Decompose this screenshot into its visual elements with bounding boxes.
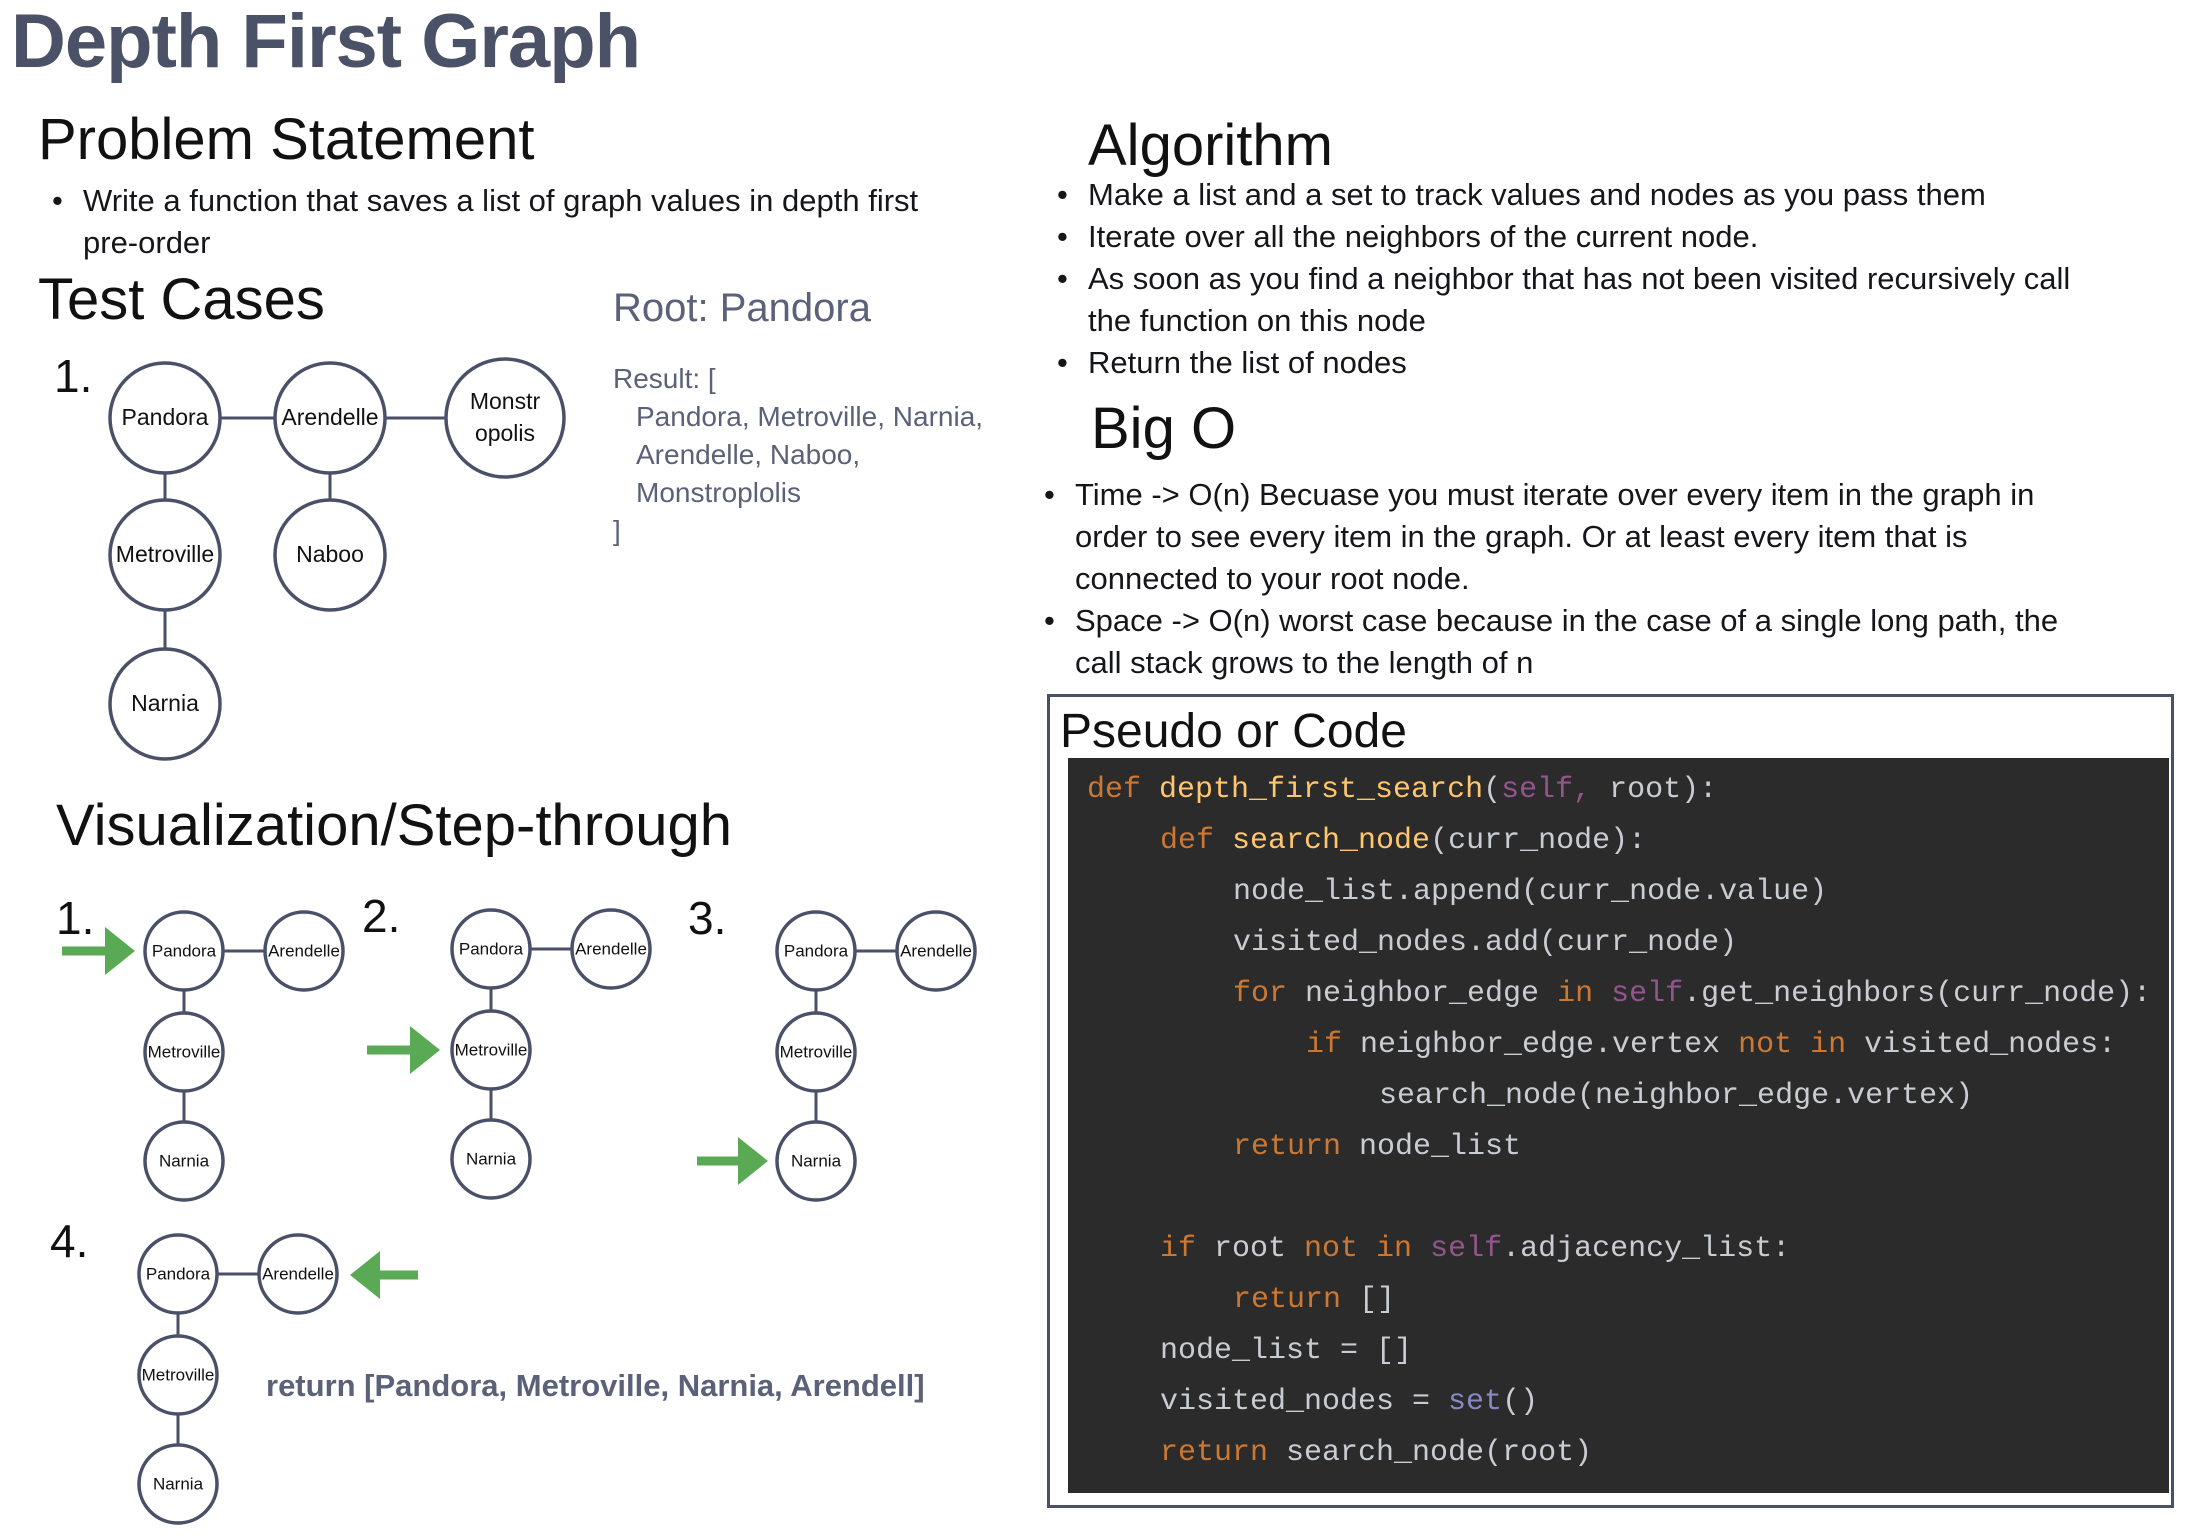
code-line: node_list = []	[1087, 1331, 2169, 1382]
algorithm-bullet: As soon as you find a neighbor that has …	[1057, 258, 2117, 342]
code-block: def depth_first_search(self, root): def s…	[1068, 758, 2169, 1493]
code-line: def search_node(curr_node):	[1087, 821, 2169, 872]
arrow-right-icon	[105, 927, 135, 975]
code-token: return	[1233, 1130, 1360, 1164]
node-label: Metroville	[455, 1040, 528, 1059]
code-token: .adjacency_list:	[1502, 1232, 1791, 1266]
code-token: neighbor_edge.vertex	[1360, 1028, 1739, 1062]
node-label: Monstr	[470, 388, 541, 414]
code-token: for	[1233, 977, 1306, 1011]
node-label: Arendelle	[900, 941, 972, 960]
code-token: root	[1214, 1232, 1305, 1266]
big-o-bullets: Time -> O(n) Becuase you must iterate ov…	[1044, 474, 2094, 684]
node-label: Pandora	[152, 941, 217, 960]
code-token: search_node(root)	[1286, 1436, 1593, 1470]
node-label: opolis	[475, 420, 535, 446]
node-label: Narnia	[131, 690, 199, 716]
arrow-left-icon	[350, 1251, 380, 1299]
step-graphs: Pandora Arendelle Metroville Narnia 1. Pandor…	[50, 890, 977, 1525]
code-line: search_node(neighbor_edge.vertex)	[1087, 1076, 2169, 1127]
test-case-number: 1.	[54, 350, 92, 402]
arrow-right-icon	[738, 1137, 768, 1185]
code-line: if neighbor_edge.vertex not in visited_n…	[1087, 1025, 2169, 1076]
node-label: Metroville	[142, 1365, 215, 1384]
big-o-bullet: Space -> O(n) worst case because in the …	[1044, 600, 2094, 684]
code-token: root):	[1609, 773, 1718, 807]
node-label: Narnia	[159, 1151, 210, 1170]
node-label: Pandora	[784, 941, 849, 960]
node-label: Metroville	[116, 541, 214, 567]
algorithm-bullet: Iterate over all the neighbors of the cu…	[1057, 216, 2117, 258]
code-token: self	[1430, 1232, 1503, 1266]
code-line: return node_list	[1087, 1127, 2169, 1178]
code-token: visited_nodes:	[1864, 1028, 2117, 1062]
step-number: 2.	[362, 890, 400, 942]
node-label: Arendelle	[575, 939, 647, 958]
arrow-right-icon	[410, 1026, 440, 1074]
code-line: visited_nodes.add(curr_node)	[1087, 923, 2169, 974]
node-label: Pandora	[122, 404, 209, 430]
code-token: not in	[1304, 1232, 1431, 1266]
code-token: set	[1448, 1385, 1503, 1419]
node-label: Pandora	[146, 1264, 211, 1283]
code-line: for neighbor_edge in self.get_neighbors(…	[1087, 974, 2169, 1025]
code-token: if	[1306, 1028, 1361, 1062]
algorithm-bullet: Return the list of nodes	[1057, 342, 2117, 384]
node-label: Arendelle	[262, 1264, 334, 1283]
code-token: return	[1160, 1436, 1287, 1470]
node-label: Metroville	[148, 1042, 221, 1061]
node-label: Narnia	[791, 1151, 842, 1170]
step-number: 1.	[56, 892, 94, 944]
code-token: node_list.append(curr_node.value)	[1233, 875, 1828, 909]
node-label: Metroville	[780, 1042, 853, 1061]
node-monstropolis	[444, 357, 566, 479]
code-token: not in	[1738, 1028, 1865, 1062]
code-token: (curr_node):	[1430, 824, 1647, 858]
algorithm-heading: Algorithm	[1088, 113, 1333, 178]
big-o-heading: Big O	[1091, 396, 1237, 461]
big-o-bullet: Time -> O(n) Becuase you must iterate ov…	[1044, 474, 2094, 600]
code-token: search_node(neighbor_edge.vertex)	[1379, 1079, 1974, 1113]
code-line: visited_nodes = set()	[1087, 1382, 2169, 1433]
code-token: depth_first_search	[1159, 773, 1484, 807]
code-token: node_list = []	[1160, 1334, 1413, 1368]
code-heading: Pseudo or Code	[1060, 705, 1407, 758]
code-token: search_node	[1232, 824, 1431, 858]
code-token: visited_nodes.add(curr_node)	[1233, 926, 1738, 960]
code-token: in	[1557, 977, 1612, 1011]
node-label: Narnia	[153, 1474, 204, 1493]
code-token: return	[1233, 1283, 1360, 1317]
graph-diagrams: 1. Pandora Arendelle Monstr opolis Metro…	[50, 350, 977, 1525]
node-label: Narnia	[466, 1149, 517, 1168]
step-number: 3.	[688, 892, 726, 944]
code-line: return []	[1087, 1280, 2169, 1331]
code-token: def	[1087, 773, 1160, 807]
code-line: return search_node(root)	[1087, 1433, 2169, 1484]
code-token: if	[1160, 1232, 1215, 1266]
node-label: Naboo	[296, 541, 364, 567]
code-token: def	[1160, 824, 1233, 858]
code-line: if root not in self.adjacency_list:	[1087, 1229, 2169, 1280]
code-token: []	[1359, 1283, 1396, 1317]
code-token: self	[1611, 977, 1684, 1011]
algorithm-bullets: Make a list and a set to track values an…	[1057, 174, 2117, 384]
algorithm-bullet: Make a list and a set to track values an…	[1057, 174, 2117, 216]
code-line: def depth_first_search(self, root):	[1087, 770, 2169, 821]
node-label: Arendelle	[281, 404, 378, 430]
code-token: .get_neighbors(curr_node):	[1683, 977, 2152, 1011]
code-token: neighbor_edge	[1305, 977, 1558, 1011]
node-label: Pandora	[459, 939, 524, 958]
code-token: node_list	[1359, 1130, 1522, 1164]
code-token: ()	[1502, 1385, 1539, 1419]
code-token: (	[1483, 773, 1502, 807]
code-token: visited_nodes =	[1160, 1385, 1449, 1419]
code-line: node_list.append(curr_node.value)	[1087, 872, 2169, 923]
node-label: Arendelle	[268, 941, 340, 960]
step-number: 4.	[50, 1215, 88, 1267]
code-token: self,	[1501, 773, 1610, 807]
